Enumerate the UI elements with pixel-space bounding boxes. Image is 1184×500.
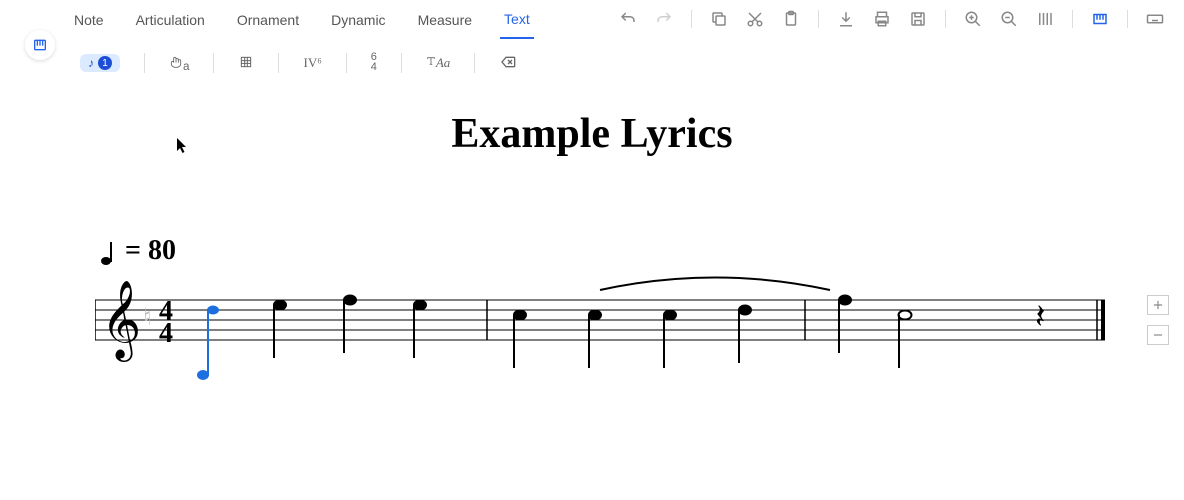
music-staff[interactable]: 𝄞 ♮ 4 4	[95, 300, 1115, 380]
tab-text[interactable]: Text	[500, 1, 534, 39]
copy-icon[interactable]	[710, 10, 728, 28]
custom-text-tool[interactable]: Aa	[426, 55, 450, 71]
tab-note[interactable]: Note	[70, 2, 108, 38]
instrument-picker-icon[interactable]	[25, 30, 55, 60]
tab-ornament[interactable]: Ornament	[233, 2, 303, 38]
tab-measure[interactable]: Measure	[414, 2, 476, 38]
delete-text-tool[interactable]	[499, 54, 517, 73]
save-icon[interactable]	[909, 10, 927, 28]
lyrics-tool[interactable]: ♪ 1	[80, 54, 120, 72]
keyboard-icon[interactable]	[1146, 10, 1164, 28]
lyric-verse-badge: 1	[98, 56, 112, 70]
chord-diagram-tool[interactable]	[238, 54, 254, 73]
svg-text:♮: ♮	[143, 304, 152, 331]
chord-fingering-tool[interactable]: a	[169, 53, 189, 73]
paste-icon[interactable]	[782, 10, 800, 28]
mouse-cursor-icon	[177, 138, 189, 157]
download-icon[interactable]	[837, 10, 855, 28]
remove-staff-icon[interactable]	[1147, 325, 1169, 345]
time-sig-bottom[interactable]: 4	[159, 318, 173, 349]
roman-numeral-tool[interactable]: IV⁶	[303, 55, 321, 71]
cut-icon[interactable]	[746, 10, 764, 28]
tab-articulation[interactable]: Articulation	[132, 2, 209, 38]
add-staff-icon[interactable]	[1147, 295, 1169, 315]
tab-dynamic[interactable]: Dynamic	[327, 2, 389, 38]
barlines-icon[interactable]	[1036, 10, 1054, 28]
lyric-note-icon: ♪	[88, 56, 94, 70]
quarter-rest-icon[interactable]: 𝄽	[1035, 298, 1045, 336]
piano-view-icon[interactable]	[1091, 10, 1109, 28]
note-selected[interactable]	[197, 306, 219, 381]
redo-icon[interactable]	[655, 10, 673, 28]
treble-clef-icon: 𝄞	[101, 281, 141, 362]
undo-icon[interactable]	[619, 10, 637, 28]
zoom-out-icon[interactable]	[1000, 10, 1018, 28]
zoom-in-icon[interactable]	[964, 10, 982, 28]
figured-bass-tool[interactable]: 6 4	[371, 53, 377, 73]
print-icon[interactable]	[873, 10, 891, 28]
